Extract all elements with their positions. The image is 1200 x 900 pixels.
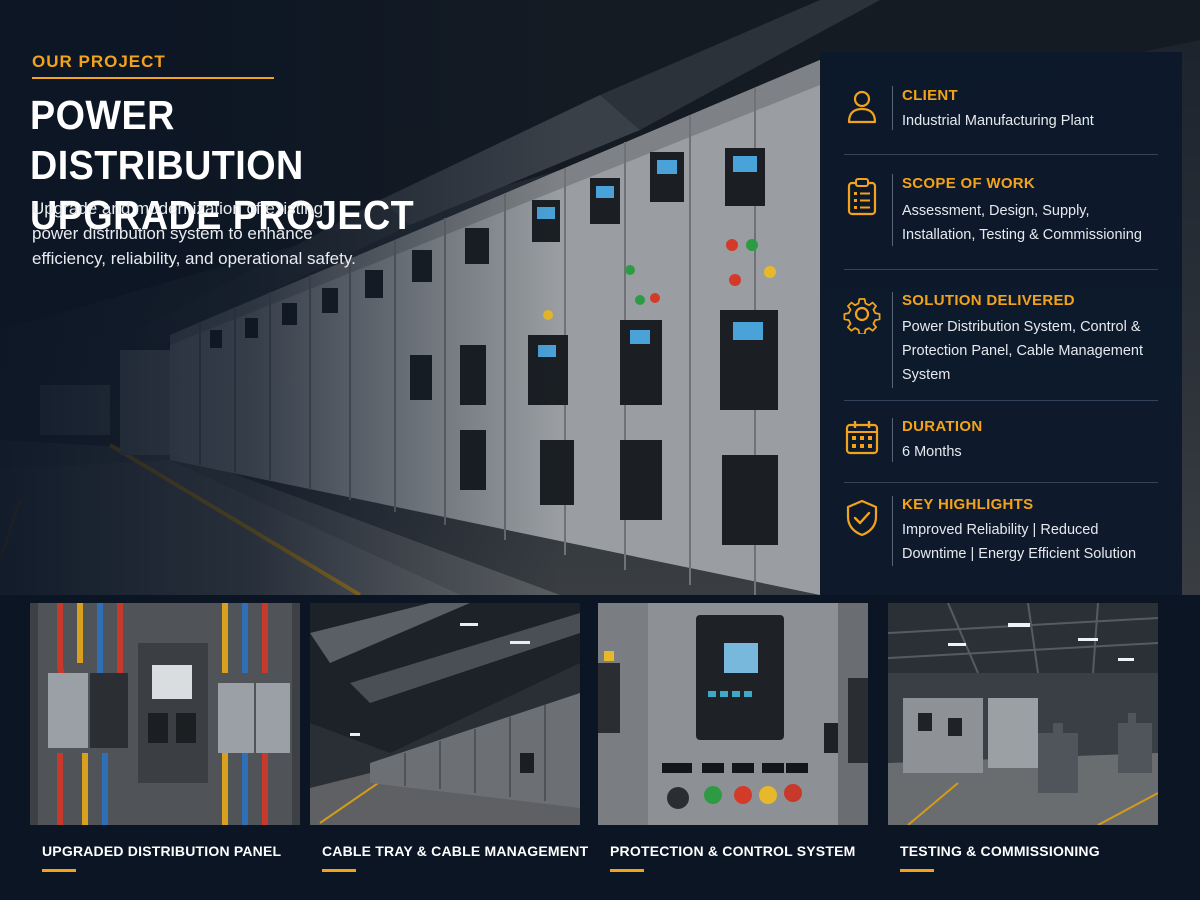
gallery-card-distribution-panel: UPGRADED DISTRIBUTION PANEL bbox=[30, 603, 300, 888]
caption-underline bbox=[610, 869, 644, 872]
caption-underline bbox=[42, 869, 76, 872]
project-description: Upgrade and modernization of existing po… bbox=[32, 199, 356, 268]
gallery-card-protection-control: PROTECTION & CONTROL SYSTEM bbox=[598, 603, 868, 888]
shield-check-icon bbox=[846, 499, 878, 537]
gallery-caption: TESTING & COMMISSIONING bbox=[900, 843, 1100, 859]
divider-line bbox=[892, 496, 893, 566]
info-separator bbox=[844, 269, 1158, 270]
duration-value: 6 Months bbox=[902, 444, 962, 460]
solution-label: SOLUTION DELIVERED bbox=[902, 292, 1075, 309]
info-separator bbox=[844, 482, 1158, 483]
scope-value: Assessment, Design, Supply, Installation… bbox=[902, 203, 1142, 243]
testing-commissioning-photo bbox=[888, 603, 1158, 825]
gallery-card-cable-tray: CABLE TRAY & CABLE MANAGEMENT bbox=[310, 603, 588, 888]
highlights-value: Improved Reliability | Reduced Downtime … bbox=[902, 522, 1137, 562]
client-label: CLIENT bbox=[902, 87, 958, 104]
scope-label: SCOPE OF WORK bbox=[902, 175, 1036, 192]
info-separator bbox=[844, 154, 1158, 155]
project-gallery: UPGRADED DISTRIBUTION PANEL CABLE TRAY &… bbox=[0, 595, 1200, 900]
divider-line bbox=[892, 174, 893, 246]
gallery-caption: UPGRADED DISTRIBUTION PANEL bbox=[42, 843, 282, 859]
clipboard-icon bbox=[847, 178, 877, 216]
client-value: Industrial Manufacturing Plant bbox=[902, 113, 1094, 129]
highlights-label: KEY HIGHLIGHTS bbox=[902, 496, 1034, 513]
project-info-panel: CLIENT Industrial Manufacturing Plant SC… bbox=[820, 52, 1182, 595]
calendar-icon bbox=[845, 421, 879, 455]
divider-line bbox=[892, 418, 893, 462]
cable-tray-photo bbox=[310, 603, 580, 825]
distribution-panel-photo bbox=[30, 603, 300, 825]
duration-label: DURATION bbox=[902, 418, 983, 435]
gallery-caption: PROTECTION & CONTROL SYSTEM bbox=[610, 843, 856, 859]
page-title-line-1: POWER DISTRIBUTION bbox=[30, 92, 304, 188]
divider-line bbox=[892, 86, 893, 130]
caption-underline bbox=[900, 869, 934, 872]
gear-icon bbox=[843, 298, 881, 334]
eyebrow-label: OUR PROJECT bbox=[32, 52, 166, 71]
divider-line bbox=[892, 292, 893, 388]
info-separator bbox=[844, 400, 1158, 401]
gallery-card-testing: TESTING & COMMISSIONING bbox=[888, 603, 1158, 888]
caption-underline bbox=[322, 869, 356, 872]
solution-value: Power Distribution System, Control & Pro… bbox=[902, 319, 1144, 383]
protection-control-photo bbox=[598, 603, 868, 825]
gallery-caption: CABLE TRAY & CABLE MANAGEMENT bbox=[322, 843, 589, 859]
eyebrow-underline bbox=[32, 77, 274, 79]
person-icon bbox=[847, 90, 877, 124]
